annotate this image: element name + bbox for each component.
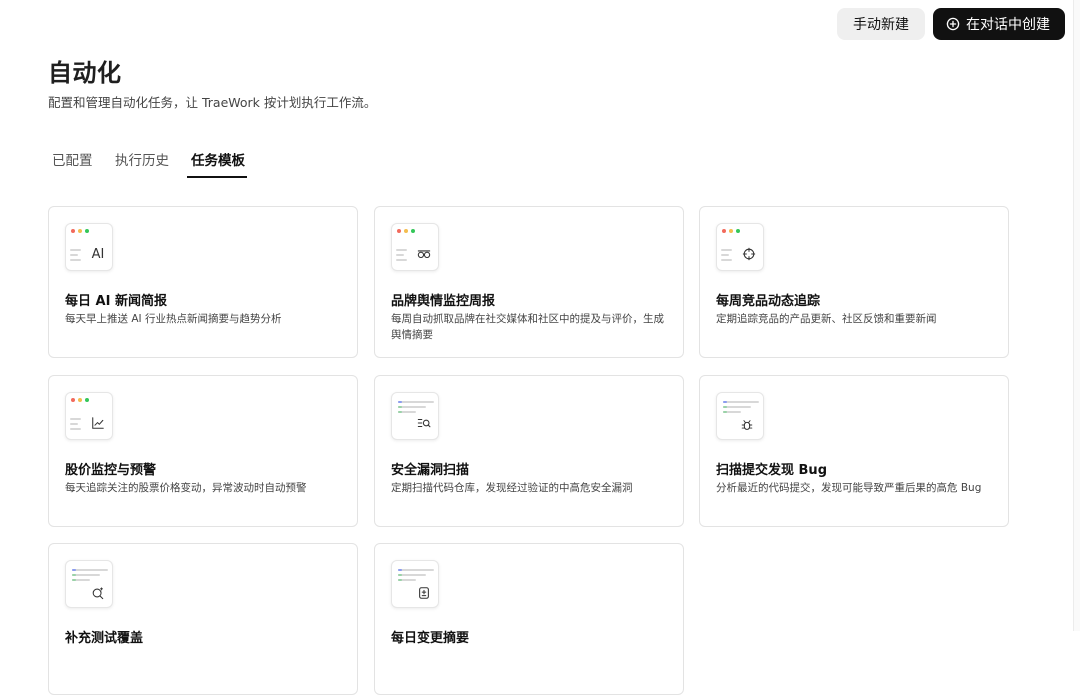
tab-bar: 已配置 执行历史 任务模板 bbox=[48, 140, 1008, 178]
template-thumbnail bbox=[391, 392, 439, 440]
template-card[interactable]: 扫描提交发现 Bug 分析最近的代码提交，发现可能导致严重后果的高危 Bug bbox=[699, 375, 1009, 527]
template-title: 扫描提交发现 Bug bbox=[716, 463, 827, 478]
template-card[interactable]: 每周竞品动态追踪 定期追踪竞品的产品更新、社区反馈和重要新闻 bbox=[699, 206, 1009, 358]
template-title: 每日 AI 新闻简报 bbox=[65, 294, 167, 309]
template-description: 定期扫描代码仓库，发现经过验证的中高危安全漏洞 bbox=[391, 482, 633, 494]
template-thumbnail bbox=[716, 392, 764, 440]
tab-templates[interactable]: 任务模板 bbox=[191, 149, 245, 169]
template-card[interactable]: 补充测试覆盖 bbox=[48, 543, 358, 695]
template-card[interactable]: AI 每日 AI 新闻简报 每天早上推送 AI 行业热点新闻摘要与趋势分析 bbox=[48, 206, 358, 358]
template-card[interactable]: 股价监控与预警 每天追踪关注的股票价格变动，异常波动时自动预警 bbox=[48, 375, 358, 527]
page-subtitle: 配置和管理自动化任务，让 TraeWork 按计划执行工作流。 bbox=[48, 95, 377, 110]
template-card[interactable]: 每日变更摘要 bbox=[374, 543, 684, 695]
template-thumbnail bbox=[716, 223, 764, 271]
template-thumbnail bbox=[391, 560, 439, 608]
template-thumbnail bbox=[391, 223, 439, 271]
template-description: 每周自动抓取品牌在社交媒体和社区中的提及与评价，生成舆情摘要 bbox=[391, 313, 664, 341]
template-thumbnail: AI bbox=[65, 223, 113, 271]
template-title: 每日变更摘要 bbox=[391, 631, 470, 646]
search-sparkle-icon bbox=[90, 585, 106, 601]
active-tab-indicator bbox=[187, 176, 247, 178]
template-description: 分析最近的代码提交，发现可能导致严重后果的高危 Bug bbox=[716, 482, 982, 494]
template-title: 补充测试覆盖 bbox=[65, 631, 144, 646]
template-description: 定期追踪竞品的产品更新、社区反馈和重要新闻 bbox=[716, 313, 937, 325]
window-edge bbox=[1073, 0, 1080, 631]
tab-configured[interactable]: 已配置 bbox=[52, 149, 93, 169]
template-card[interactable]: 品牌舆情监控周报 每周自动抓取品牌在社交媒体和社区中的提及与评价，生成舆情摘要 bbox=[374, 206, 684, 358]
page-title: 自动化 bbox=[48, 59, 122, 87]
template-card[interactable]: 安全漏洞扫描 定期扫描代码仓库，发现经过验证的中高危安全漏洞 bbox=[374, 375, 684, 527]
template-thumbnail bbox=[65, 392, 113, 440]
template-title: 品牌舆情监控周报 bbox=[391, 294, 496, 309]
tab-history[interactable]: 执行历史 bbox=[115, 149, 169, 169]
trend-chart-icon bbox=[90, 415, 106, 431]
chat-create-label: 在对话中创建 bbox=[966, 17, 1050, 33]
template-title: 每周竞品动态追踪 bbox=[716, 294, 821, 309]
crosshair-icon bbox=[741, 246, 757, 262]
template-title: 安全漏洞扫描 bbox=[391, 463, 470, 478]
ai-text-icon: AI bbox=[91, 246, 105, 262]
chat-create-button[interactable]: 在对话中创建 bbox=[933, 8, 1065, 40]
bug-icon bbox=[739, 417, 755, 433]
list-search-icon bbox=[416, 415, 432, 431]
template-description: 每天追踪关注的股票价格变动，异常波动时自动预警 bbox=[65, 482, 307, 494]
header-actions: 手动新建 在对话中创建 bbox=[837, 8, 1065, 40]
glasses-icon bbox=[416, 246, 432, 262]
template-thumbnail bbox=[65, 560, 113, 608]
file-diff-icon bbox=[416, 585, 432, 601]
plus-circle-icon bbox=[946, 17, 960, 31]
template-description: 每天早上推送 AI 行业热点新闻摘要与趋势分析 bbox=[65, 313, 282, 325]
manual-create-button[interactable]: 手动新建 bbox=[837, 8, 925, 40]
template-title: 股价监控与预警 bbox=[65, 463, 157, 478]
